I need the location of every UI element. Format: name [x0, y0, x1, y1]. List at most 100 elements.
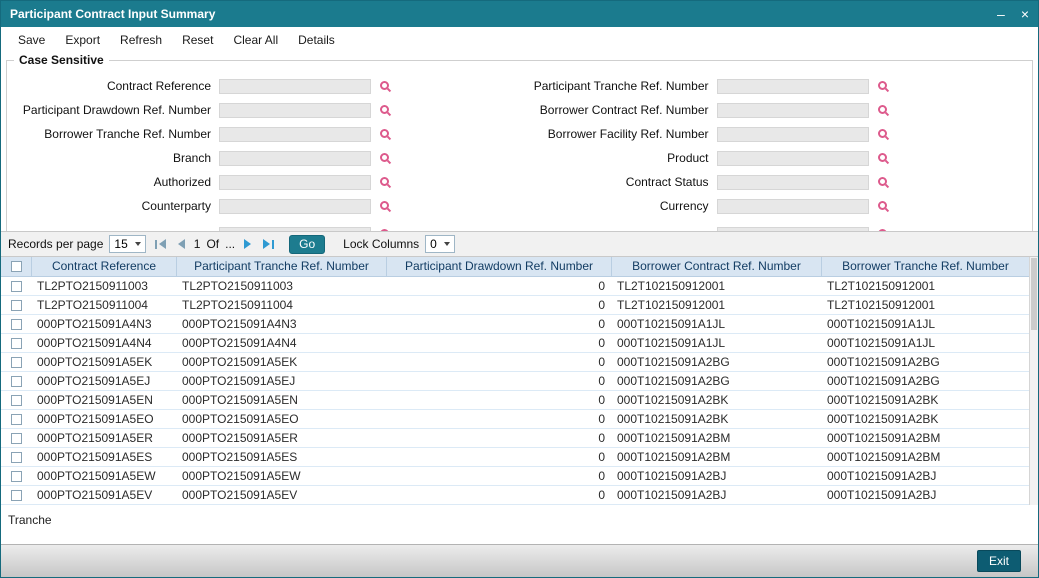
lookup-search-icon[interactable]	[877, 104, 889, 116]
field-input[interactable]	[716, 226, 869, 231]
scrollbar-thumb[interactable]	[1031, 258, 1037, 330]
column-header[interactable]: Borrower Tranche Ref. Number	[821, 257, 1029, 276]
minimize-icon[interactable]: –	[997, 7, 1005, 21]
table-row[interactable]: 000PTO215091A5EN 000PTO215091A5EN 0 000T…	[1, 391, 1029, 410]
last-page-icon[interactable]	[260, 239, 277, 249]
exit-button[interactable]: Exit	[976, 550, 1021, 572]
lookup-search-icon[interactable]	[877, 200, 889, 212]
table-row[interactable]: 000PTO215091A5ER 000PTO215091A5ER 0 000T…	[1, 429, 1029, 448]
lookup-search-icon[interactable]	[379, 228, 391, 231]
table-row[interactable]: 000PTO215091A5EK 000PTO215091A5EK 0 000T…	[1, 353, 1029, 372]
cell-borrower-tranche-ref: 000T10215091A1JL	[827, 317, 936, 331]
lookup-search-icon[interactable]	[877, 176, 889, 188]
cell-borrower-contract-ref: 000T10215091A1JL	[617, 336, 726, 350]
field-input[interactable]	[716, 126, 869, 142]
lookup-search-icon[interactable]	[877, 228, 889, 231]
column-header[interactable]: Borrower Contract Ref. Number	[611, 257, 821, 276]
field-input[interactable]	[716, 198, 869, 214]
cell-participant-drawdown-ref: 0	[598, 298, 605, 312]
row-checkbox-cell	[1, 470, 31, 482]
go-button[interactable]: Go	[289, 234, 326, 254]
field-input[interactable]	[716, 174, 869, 190]
next-page-icon[interactable]	[241, 239, 254, 249]
search-field-row: Contract Status	[520, 170, 1031, 194]
lookup-search-icon[interactable]	[379, 128, 391, 140]
toolbar-item[interactable]: Clear All	[223, 33, 288, 47]
toolbar-item[interactable]: Reset	[172, 33, 223, 47]
field-label: Currency	[659, 199, 709, 213]
tranche-tab-bar: Tranche	[1, 505, 1038, 535]
table-row[interactable]: 000PTO215091A5EJ 000PTO215091A5EJ 0 000T…	[1, 372, 1029, 391]
lookup-search-icon[interactable]	[379, 200, 391, 212]
row-checkbox[interactable]	[10, 356, 22, 368]
lookup-search-icon[interactable]	[877, 128, 889, 140]
field-input[interactable]	[219, 174, 371, 190]
cell-participant-tranche-ref: 000PTO215091A5EJ	[182, 374, 296, 388]
search-field-row: Currency	[520, 194, 1031, 218]
column-header[interactable]: Participant Drawdown Ref. Number	[386, 257, 611, 276]
lookup-search-icon[interactable]	[379, 152, 391, 164]
toolbar-item[interactable]: Save	[8, 33, 55, 47]
close-icon[interactable]: ×	[1021, 7, 1029, 21]
field-input[interactable]	[716, 78, 869, 94]
row-checkbox-cell	[1, 280, 31, 292]
row-checkbox[interactable]	[10, 451, 22, 463]
participant-contract-summary-window: Participant Contract Input Summary – × S…	[0, 0, 1039, 578]
of-label: Of	[206, 237, 220, 251]
field-label: Participant Drawdown Ref. Number	[22, 103, 211, 117]
field-input[interactable]	[219, 78, 371, 94]
vertical-scrollbar[interactable]	[1029, 257, 1038, 505]
cell-borrower-contract-ref: 000T10215091A1JL	[617, 317, 726, 331]
lookup-search-icon[interactable]	[379, 176, 391, 188]
records-per-page-value: 15	[114, 237, 128, 251]
row-checkbox[interactable]	[10, 432, 22, 444]
field-input[interactable]	[219, 126, 371, 142]
previous-page-icon[interactable]	[175, 239, 188, 249]
toolbar-item[interactable]: Export	[55, 33, 110, 47]
row-checkbox[interactable]	[10, 413, 22, 425]
lookup-search-icon[interactable]	[379, 104, 391, 116]
search-field-row: Contract Reference	[9, 74, 520, 98]
table-row[interactable]: 000PTO215091A4N3 000PTO215091A4N3 0 000T…	[1, 315, 1029, 334]
row-checkbox[interactable]	[10, 318, 22, 330]
lookup-search-icon[interactable]	[877, 152, 889, 164]
cell-borrower-tranche-ref: TL2T102150912001	[827, 298, 936, 312]
column-header[interactable]: Contract Reference	[31, 257, 176, 276]
toolbar-item[interactable]: Refresh	[110, 33, 172, 47]
cell-participant-tranche-ref: 000PTO215091A5EK	[182, 355, 298, 369]
records-per-page-select[interactable]: 15	[109, 235, 146, 253]
field-input[interactable]	[219, 198, 371, 214]
row-checkbox[interactable]	[10, 375, 22, 387]
table-row[interactable]: TL2PTO2150911004 TL2PTO2150911004 0 TL2T…	[1, 296, 1029, 315]
cell-contract-reference: 000PTO215091A5EK	[37, 355, 153, 369]
table-row[interactable]: 000PTO215091A4N4 000PTO215091A4N4 0 000T…	[1, 334, 1029, 353]
row-checkbox[interactable]	[10, 470, 22, 482]
field-input[interactable]	[716, 102, 869, 118]
lookup-search-icon[interactable]	[877, 80, 889, 92]
cell-borrower-tranche-ref: 000T10215091A2BG	[827, 374, 940, 388]
field-input[interactable]	[219, 226, 371, 231]
cell-contract-reference: TL2PTO2150911004	[37, 298, 148, 312]
lock-columns-select[interactable]: 0	[425, 235, 455, 253]
lookup-search-icon[interactable]	[379, 80, 391, 92]
field-input[interactable]	[716, 150, 869, 166]
field-label: Branch	[172, 151, 211, 165]
table-row[interactable]: TL2PTO2150911003 TL2PTO2150911003 0 TL2T…	[1, 277, 1029, 296]
field-input[interactable]	[219, 150, 371, 166]
tab-tranche[interactable]: Tranche	[8, 513, 52, 527]
row-checkbox[interactable]	[10, 337, 22, 349]
first-page-icon[interactable]	[152, 239, 169, 249]
table-row[interactable]: 000PTO215091A5EO 000PTO215091A5EO 0 000T…	[1, 410, 1029, 429]
toolbar-item[interactable]: Details	[288, 33, 345, 47]
row-checkbox[interactable]	[10, 299, 22, 311]
column-header[interactable]: Participant Tranche Ref. Number	[176, 257, 386, 276]
row-checkbox[interactable]	[10, 280, 22, 292]
select-all-checkbox[interactable]	[10, 261, 22, 272]
cell-borrower-tranche-ref: 000T10215091A2BM	[827, 450, 941, 464]
table-row[interactable]: 000PTO215091A5EW 000PTO215091A5EW 0 000T…	[1, 467, 1029, 486]
row-checkbox[interactable]	[10, 489, 22, 501]
table-row[interactable]: 000PTO215091A5ES 000PTO215091A5ES 0 000T…	[1, 448, 1029, 467]
row-checkbox[interactable]	[10, 394, 22, 406]
field-input[interactable]	[219, 102, 371, 118]
table-row[interactable]: 000PTO215091A5EV 000PTO215091A5EV 0 000T…	[1, 486, 1029, 505]
